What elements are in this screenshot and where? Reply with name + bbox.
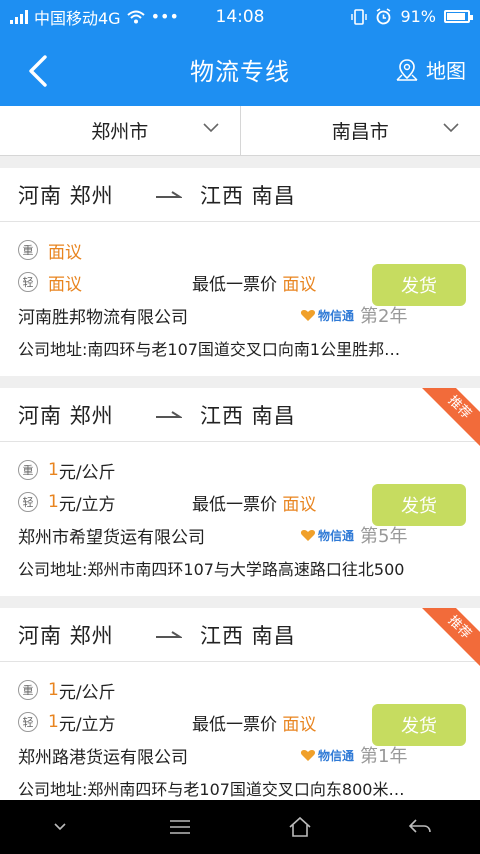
heavy-price: 1 [48, 460, 59, 480]
company-row: 郑州市希望货运有限公司 物信通 第5年 [18, 518, 462, 552]
wuxintong-badge: 物信通 [300, 527, 354, 544]
lowest-price-label: 最低一票价 [192, 274, 277, 295]
heavy-price-row: 重 面议 [18, 234, 462, 266]
logistics-card[interactable]: 河南 郑州 江西 南昌 推荐 重 1 元/公斤 轻 1 元/立方 最低一票价 面… [0, 608, 480, 816]
route-from: 河南 郑州 [18, 623, 114, 648]
heavy-price-row: 重 1 元/公斤 [18, 454, 462, 486]
company-name[interactable]: 郑州市希望货运有限公司 [18, 523, 205, 548]
heavy-price: 面议 [48, 242, 82, 263]
menu-button[interactable] [150, 807, 210, 847]
to-city-label: 南昌市 [331, 121, 389, 143]
company-address: 公司地址:郑州市南四环107与大学路高速路口往北500 [18, 560, 405, 579]
lowest-price-value: 面议 [282, 494, 317, 515]
heavy-tag-icon: 重 [18, 680, 38, 700]
arrow-right-icon [156, 410, 182, 418]
back-arrow-icon [408, 819, 431, 833]
lowest-price: 最低一票价 面议 [192, 710, 316, 735]
membership-years: 第5年 [360, 526, 408, 547]
lowest-price: 最低一票价 面议 [192, 270, 316, 295]
carrier-label: 中国移动4G [34, 8, 121, 28]
company-row: 郑州路港货运有限公司 物信通 第1年 [18, 738, 462, 772]
battery-icon [444, 10, 473, 23]
heart-icon [300, 309, 316, 321]
route-to: 江西 南昌 [200, 403, 296, 428]
battery-percent: 91% [400, 7, 436, 26]
recommend-ribbon: 推荐 [418, 608, 480, 669]
route-row: 河南 郑州 江西 南昌 推荐 [0, 608, 480, 669]
heart-icon [300, 529, 316, 541]
lowest-price-value: 面议 [282, 714, 317, 735]
app-header: 物流专线 地图 [0, 33, 480, 106]
arrow-right-icon [156, 630, 182, 638]
light-price: 1 [48, 712, 59, 732]
route-to: 江西 南昌 [200, 183, 296, 208]
lowest-price-label: 最低一票价 [192, 494, 277, 515]
light-unit: 元/立方 [58, 494, 116, 515]
lowest-price-value: 面议 [282, 274, 317, 295]
wuxintong-badge: 物信通 [300, 307, 354, 324]
lowest-price: 最低一票价 面议 [192, 490, 316, 515]
chevron-down-icon [202, 123, 219, 133]
system-nav-bar [0, 800, 480, 854]
heavy-unit: 元/公斤 [58, 682, 116, 703]
light-tag-icon: 轻 [18, 712, 38, 732]
light-tag-icon: 轻 [18, 492, 38, 512]
from-city-dropdown[interactable]: 郑州市 [0, 106, 241, 155]
vibrate-icon [351, 8, 368, 25]
signal-icon [10, 9, 28, 24]
heavy-unit: 元/公斤 [58, 462, 116, 483]
company-row: 河南胜邦物流有限公司 物信通 第2年 [18, 298, 462, 332]
route-from: 河南 郑州 [18, 403, 114, 428]
light-price: 1 [48, 492, 59, 512]
light-price: 面议 [48, 274, 82, 295]
heart-icon [300, 749, 316, 761]
heavy-tag-icon: 重 [18, 460, 38, 480]
from-city-label: 郑州市 [91, 121, 149, 143]
light-tag-icon: 轻 [18, 272, 38, 292]
logistics-card[interactable]: 河南 郑州 江西 南昌 推荐 重 1 元/公斤 轻 1 元/立方 最低一票价 面… [0, 388, 480, 596]
company-name[interactable]: 郑州路港货运有限公司 [18, 743, 188, 768]
menu-icon [170, 820, 190, 834]
recommend-ribbon: 推荐 [418, 388, 480, 449]
home-button[interactable] [270, 807, 330, 847]
logistics-list: 河南 郑州 江西 南昌 重 面议 轻 面议 最低一票价 面议 发货 河南胜邦物流… [0, 168, 480, 828]
chevron-down-icon [443, 123, 459, 133]
wuxintong-badge: 物信通 [300, 747, 354, 764]
company-address: 公司地址:南四环与老107国道交叉口向南1公里胜邦… [18, 340, 401, 359]
status-bar: 中国移动4G ••• 14:08 91% [0, 0, 480, 33]
logistics-card[interactable]: 河南 郑州 江西 南昌 重 面议 轻 面议 最低一票价 面议 发货 河南胜邦物流… [0, 168, 480, 376]
city-selector: 郑州市 南昌市 [0, 106, 480, 156]
heavy-price: 1 [48, 680, 59, 700]
hide-nav-button[interactable] [30, 807, 90, 847]
map-button[interactable]: 地图 [396, 55, 466, 84]
light-unit: 元/立方 [58, 714, 116, 735]
heavy-tag-icon: 重 [18, 240, 38, 260]
route-to: 江西 南昌 [200, 623, 296, 648]
more-indicator: ••• [150, 7, 179, 26]
alarm-icon [376, 8, 391, 25]
heavy-price-row: 重 1 元/公斤 [18, 674, 462, 706]
back-nav-button[interactable] [390, 807, 450, 847]
wifi-icon [126, 10, 145, 23]
chevron-down-icon [54, 823, 66, 831]
map-label: 地图 [426, 59, 466, 83]
company-name[interactable]: 河南胜邦物流有限公司 [18, 303, 188, 328]
membership-years: 第2年 [360, 306, 408, 327]
route-row: 河南 郑州 江西 南昌 推荐 [0, 388, 480, 449]
route-from: 河南 郑州 [18, 183, 114, 208]
membership-years: 第1年 [360, 746, 408, 767]
route-row: 河南 郑州 江西 南昌 [0, 168, 480, 222]
lowest-price-label: 最低一票价 [192, 714, 277, 735]
to-city-dropdown[interactable]: 南昌市 [241, 106, 480, 155]
map-pin-icon [396, 58, 418, 81]
arrow-right-icon [156, 190, 182, 198]
home-icon [289, 816, 311, 837]
